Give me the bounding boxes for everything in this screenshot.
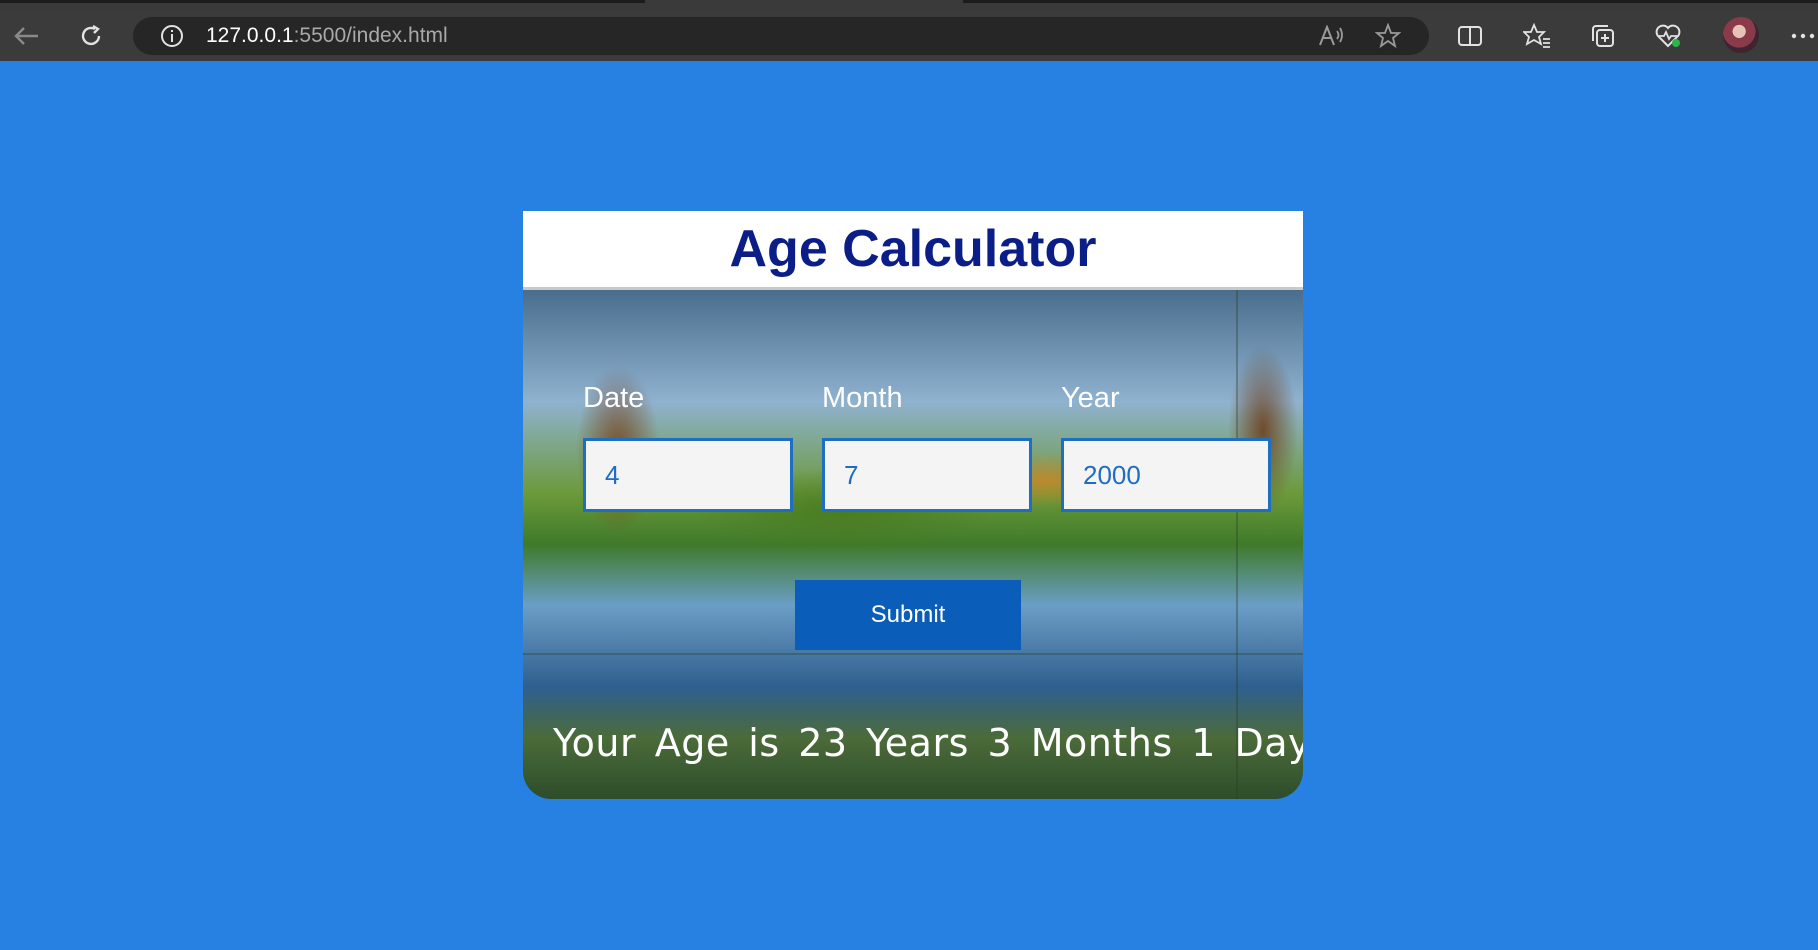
submit-button[interactable]: Submit [795, 580, 1021, 650]
year-label: Year [1061, 382, 1120, 414]
browser-toolbar: 127.0.0.1:5500/index.html [0, 11, 1818, 61]
page-title: Age Calculator [729, 220, 1097, 278]
address-bar[interactable]: 127.0.0.1:5500/index.html [133, 17, 1429, 55]
profile-avatar[interactable] [1723, 17, 1759, 53]
read-aloud-icon[interactable] [1316, 17, 1346, 55]
collections-icon[interactable] [1588, 11, 1618, 61]
month-label: Month [822, 382, 903, 414]
url-host: 127.0.0.1 [206, 24, 294, 47]
card-header: Age Calculator [523, 211, 1303, 290]
url-path: :5500/index.html [293, 24, 448, 47]
date-input[interactable] [583, 438, 793, 512]
tab-strip [0, 0, 1818, 11]
image-tile-seam [523, 653, 1303, 655]
age-result-text: Your Age is 23 Years 3 Months 1 Days [553, 721, 1303, 765]
star-icon[interactable] [1373, 17, 1403, 55]
browser-essentials-icon[interactable] [1653, 11, 1683, 61]
refresh-icon[interactable] [73, 11, 109, 61]
tab-edge-right [963, 0, 1818, 3]
favorites-icon[interactable] [1522, 11, 1552, 61]
year-input[interactable] [1061, 438, 1271, 512]
split-screen-icon[interactable] [1455, 11, 1485, 61]
back-arrow-icon[interactable] [8, 11, 44, 61]
date-label: Date [583, 382, 645, 414]
site-info-icon[interactable] [157, 17, 187, 55]
age-calculator-card: Age Calculator Date Month Year Submit Yo… [523, 211, 1303, 799]
month-input[interactable] [822, 438, 1032, 512]
tab-edge-left [0, 0, 645, 3]
more-icon[interactable] [1788, 11, 1818, 61]
url-text[interactable]: 127.0.0.1:5500/index.html [206, 17, 448, 55]
